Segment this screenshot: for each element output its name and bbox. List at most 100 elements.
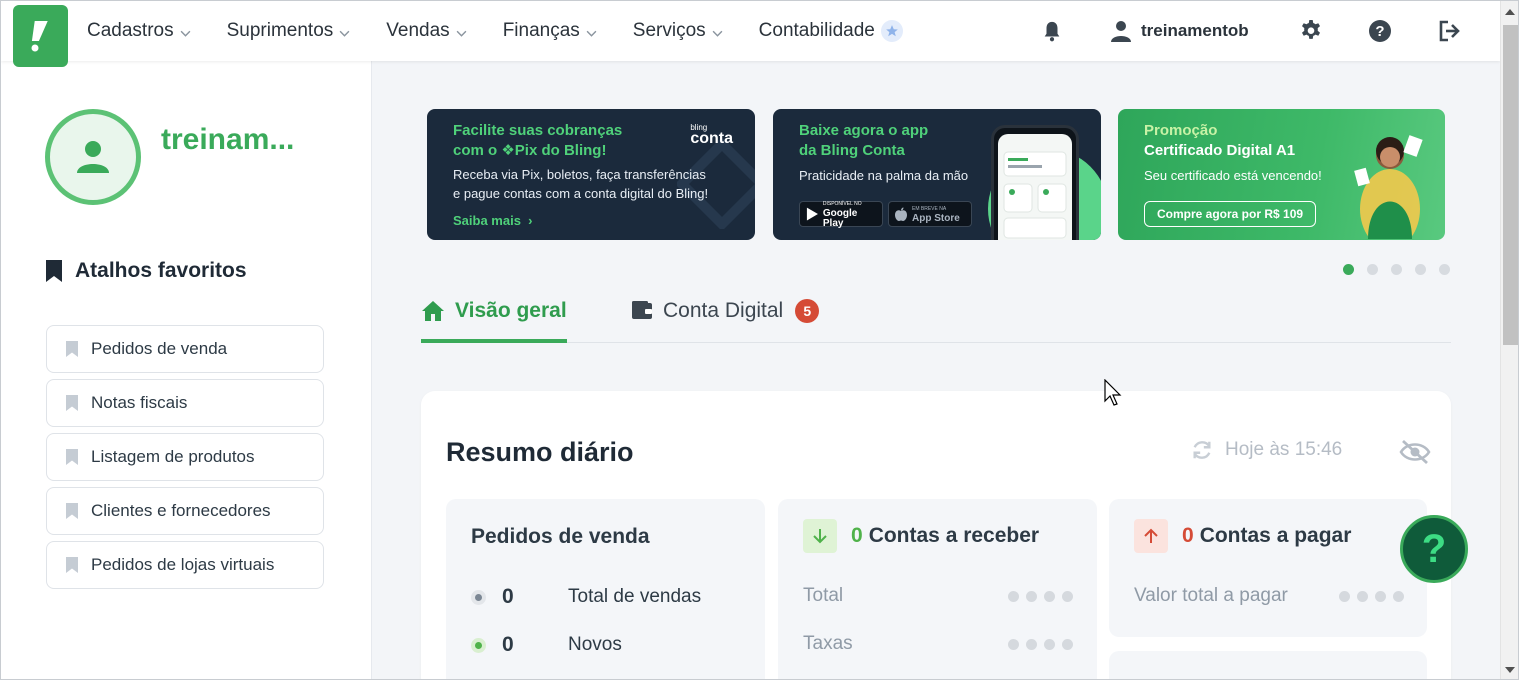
- star-icon: [880, 20, 903, 42]
- meta-row: Valor total a pagar: [1134, 585, 1404, 607]
- chevron-down-icon: [586, 30, 597, 37]
- meta-label: Total: [803, 585, 844, 606]
- profile-name: treinam...: [161, 123, 295, 156]
- bling-logo[interactable]: [13, 5, 68, 67]
- meta-label: Valor total a pagar: [1134, 585, 1288, 606]
- sales-orders-card[interactable]: Pedidos de venda 0 Total de vendas 0 Nov…: [446, 499, 765, 679]
- logout-icon[interactable]: [1437, 18, 1463, 44]
- user-icon: [77, 141, 109, 173]
- banner-title: Facilite suas cobranças com o ❖Pix do Bl…: [453, 121, 622, 161]
- eye-off-icon[interactable]: [1399, 439, 1431, 470]
- help-fab-button[interactable]: ?: [1400, 515, 1468, 583]
- store-label: App Store: [912, 213, 960, 224]
- banner-text-line: Receba via Pix, boletos, faça transferên…: [453, 167, 706, 182]
- user-icon: [1111, 21, 1131, 42]
- card-title: Pedidos de venda: [471, 525, 650, 548]
- chevron-down-icon: [180, 30, 191, 37]
- refresh-icon: [1193, 441, 1211, 459]
- mouse-cursor-icon: [1104, 379, 1122, 406]
- notification-badge: 5: [795, 299, 820, 323]
- panel-title: Resumo diário: [446, 437, 634, 467]
- brand-text: conta: [690, 130, 733, 147]
- tab-label: Conta Digital: [663, 299, 784, 322]
- bookmark-icon: [66, 503, 78, 519]
- carousel-indicators: [1343, 264, 1463, 275]
- menu-label: Vendas: [386, 20, 450, 41]
- apple-icon: [895, 207, 907, 221]
- scroll-up-icon[interactable]: [1505, 9, 1515, 15]
- gear-icon[interactable]: [1298, 18, 1324, 44]
- menu-vendas[interactable]: Vendas: [386, 20, 467, 42]
- carousel-dot[interactable]: [1367, 264, 1378, 275]
- chevron-down-icon: [339, 30, 350, 37]
- payable-count: 0: [1182, 524, 1194, 547]
- favorite-item[interactable]: Listagem de produtos: [46, 433, 324, 481]
- carousel-dot[interactable]: [1439, 264, 1450, 275]
- menu-servicos[interactable]: Serviços: [633, 20, 723, 42]
- banner-app[interactable]: Baixe agora o app da Bling Conta Pratici…: [773, 109, 1101, 240]
- saiba-mais-link[interactable]: Saiba mais ›: [453, 213, 533, 228]
- favorite-label: Clientes e fornecedores: [91, 501, 271, 520]
- favorite-item[interactable]: Pedidos de venda: [46, 325, 324, 373]
- favorite-label: Listagem de produtos: [91, 447, 255, 466]
- menu-label: Suprimentos: [226, 20, 334, 41]
- user-menu[interactable]: treinamentob: [1111, 18, 1249, 44]
- bookmark-icon: [66, 341, 78, 357]
- google-play-button[interactable]: DISPONÍVEL NO Google Play: [799, 201, 883, 229]
- favorites-list: Pedidos de venda Notas fiscais Listagem …: [46, 325, 324, 595]
- scroll-down-icon[interactable]: [1505, 667, 1515, 673]
- card-title: 0 Contas a pagar: [1134, 519, 1351, 553]
- person-illustration: [1354, 135, 1423, 239]
- carousel-dot[interactable]: [1415, 264, 1426, 275]
- banner-title-line: Promoção: [1144, 122, 1218, 139]
- menu-cadastros[interactable]: Cadastros: [87, 20, 191, 42]
- receivable-card[interactable]: 0 Contas a receber Total Taxas: [778, 499, 1097, 679]
- bookmark-icon: [66, 449, 78, 465]
- stat-value: 0: [502, 633, 514, 656]
- menu-label: Contabilidade: [758, 20, 875, 41]
- hidden-value: [1001, 590, 1073, 602]
- svg-text:?: ?: [1375, 23, 1384, 40]
- app-window: Cadastros Suprimentos Vendas Finanças Se…: [0, 0, 1519, 680]
- tab-visao-geral[interactable]: Visão geral: [421, 299, 567, 343]
- status-dot: [471, 589, 486, 605]
- main-menu: Cadastros Suprimentos Vendas Finanças Se…: [87, 1, 939, 61]
- banner-promo[interactable]: Promoção Certificado Digital A1 Seu cert…: [1118, 109, 1445, 240]
- banner-text: Receba via Pix, boletos, faça transferên…: [453, 165, 708, 203]
- stat-label: Total de vendas: [568, 586, 702, 607]
- tab-conta-digital[interactable]: Conta Digital 5: [631, 299, 820, 343]
- app-store-button[interactable]: EM BREVE NA App Store: [888, 201, 972, 227]
- favorites-title: Atalhos favoritos: [45, 259, 247, 283]
- favorite-item[interactable]: Notas fiscais: [46, 379, 324, 427]
- banner-text: Seu certificado está vencendo!: [1144, 168, 1322, 183]
- bling-logo-icon: [31, 21, 48, 52]
- buy-certificate-button[interactable]: Compre agora por R$ 109: [1144, 201, 1317, 227]
- card-title: 0 Contas a receber: [803, 519, 1039, 553]
- carousel-dot[interactable]: [1343, 264, 1354, 275]
- help-circle-icon[interactable]: ?: [1367, 18, 1393, 44]
- tab-label: Visão geral: [455, 299, 567, 322]
- menu-contabilidade[interactable]: Contabilidade: [759, 20, 903, 42]
- avatar[interactable]: [45, 109, 141, 205]
- refresh-button[interactable]: Hoje às 15:46: [1191, 439, 1342, 461]
- hidden-value: [1332, 590, 1404, 602]
- store-label: Google Play: [822, 208, 858, 229]
- favorite-item[interactable]: Clientes e fornecedores: [46, 487, 324, 535]
- meta-row: Taxas: [803, 633, 1073, 655]
- bell-icon[interactable]: [1039, 18, 1065, 44]
- vertical-scrollbar[interactable]: [1500, 1, 1518, 679]
- banner-pix[interactable]: Facilite suas cobranças com o ❖Pix do Bl…: [427, 109, 755, 240]
- banner-title: Promoção Certificado Digital A1: [1144, 121, 1295, 161]
- menu-suprimentos[interactable]: Suprimentos: [227, 20, 351, 42]
- menu-label: Cadastros: [87, 20, 174, 41]
- payable-card[interactable]: 0 Contas a pagar Valor total a pagar: [1109, 499, 1427, 637]
- tab-bar: Visão geral Conta Digital 5: [421, 289, 1451, 343]
- scroll-thumb[interactable]: [1503, 25, 1518, 345]
- carousel-dot[interactable]: [1391, 264, 1402, 275]
- favorites-title-text: Atalhos favoritos: [75, 259, 247, 282]
- status-dot: [471, 637, 486, 653]
- menu-financas[interactable]: Finanças: [503, 20, 597, 42]
- favorite-item[interactable]: Pedidos de lojas virtuais: [46, 541, 324, 589]
- phone-illustration: [991, 125, 1079, 240]
- chevron-right-icon: ›: [524, 213, 533, 228]
